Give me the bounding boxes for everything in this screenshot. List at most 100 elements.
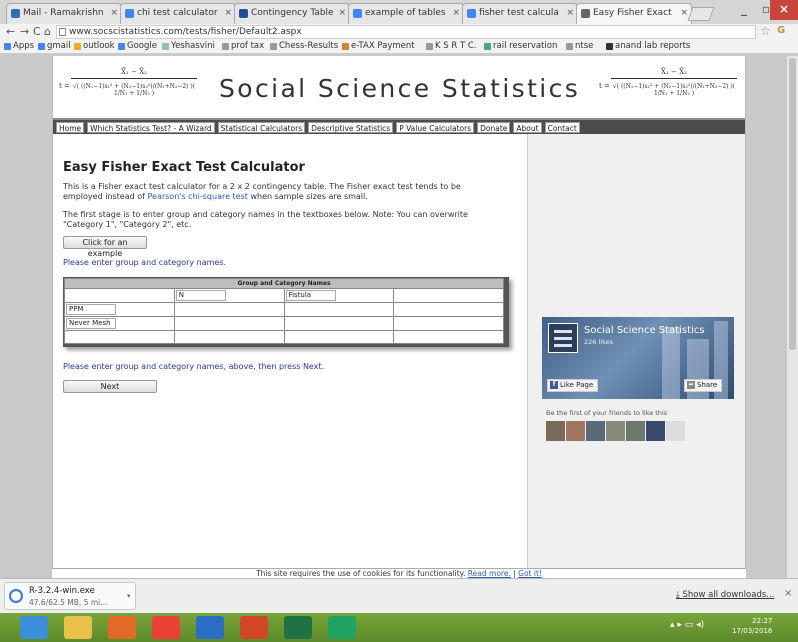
- file-explorer-icon[interactable]: [64, 616, 92, 639]
- google-icon: [467, 9, 476, 18]
- facebook-page-name[interactable]: Social Science Statistics: [584, 325, 704, 336]
- bookmark-gmail[interactable]: gmail: [38, 40, 71, 53]
- scrollbar-thumb[interactable]: [789, 58, 796, 350]
- firefox-icon[interactable]: [108, 616, 136, 639]
- page-icon: [270, 43, 277, 50]
- share-button[interactable]: ➦ Share: [684, 379, 723, 392]
- avatar[interactable]: [546, 421, 565, 441]
- web-page: t = X̄₁ − X̄₂ √( ((N₁−1)s₁² + (N₂−1)s₂²)…: [52, 56, 746, 568]
- system-tray-icons[interactable]: ▴ ▸ ▭ ◂): [670, 620, 704, 630]
- avatar[interactable]: [626, 421, 645, 441]
- close-icon[interactable]: ×: [110, 4, 118, 23]
- windows-taskbar: ▴ ▸ ▭ ◂) 22:27 17/03/2016: [0, 613, 798, 642]
- mail-icon: [11, 9, 20, 18]
- bookmark-outlook[interactable]: outlook: [74, 40, 115, 53]
- google-icon: [353, 9, 362, 18]
- download-filename: R-3.2.4-win.exe: [29, 586, 95, 596]
- back-icon[interactable]: ←: [6, 24, 15, 39]
- bookmark-star-icon[interactable]: ☆: [760, 24, 771, 39]
- page-icon: [581, 9, 590, 18]
- powerpoint-icon[interactable]: [240, 616, 268, 639]
- avatar[interactable]: [566, 421, 585, 441]
- nav-home[interactable]: Home: [56, 122, 85, 133]
- chrome-icon[interactable]: [152, 616, 180, 639]
- category-2-input[interactable]: Fistula: [285, 290, 336, 301]
- excel-icon[interactable]: [284, 616, 312, 639]
- category-1-input[interactable]: N: [175, 290, 226, 301]
- bookmark-apps[interactable]: Apps: [4, 40, 34, 53]
- ksrtc-icon: [426, 43, 433, 50]
- cookie-notice: This site requires the use of cookies fo…: [52, 568, 746, 578]
- avatar[interactable]: [606, 421, 625, 441]
- avatar[interactable]: [666, 421, 685, 441]
- nav-about[interactable]: About: [513, 122, 542, 133]
- chevron-down-icon[interactable]: ▾: [127, 592, 131, 600]
- group-2-input[interactable]: Never Mesh: [66, 318, 116, 329]
- tab-chi-test[interactable]: chi test calculator ×: [120, 3, 236, 24]
- word-icon[interactable]: [196, 616, 224, 639]
- reload-icon[interactable]: C: [33, 24, 41, 39]
- address-bar[interactable]: www.socscistatistics.com/tests/fisher/De…: [56, 25, 756, 39]
- download-progress-icon: [9, 589, 23, 603]
- browser-toolbar: ← → C ⌂ www.socscistatistics.com/tests/f…: [0, 24, 798, 40]
- avatar[interactable]: [646, 421, 665, 441]
- sheets-icon[interactable]: [328, 616, 356, 639]
- close-icon[interactable]: ×: [224, 4, 232, 23]
- group-1-input[interactable]: PPM: [66, 304, 116, 315]
- bookmark-rail-reservation[interactable]: rail reservation: [484, 40, 557, 53]
- close-icon[interactable]: ×: [338, 4, 346, 23]
- bookmark-ksrtc[interactable]: K S R T C.: [426, 40, 477, 53]
- site-banner: t = X̄₁ − X̄₂ √( ((N₁−1)s₁² + (N₂−1)s₂²)…: [53, 56, 745, 118]
- page-scrollbar[interactable]: [787, 56, 798, 578]
- bookmark-chess-results[interactable]: Chess-Results: [270, 40, 338, 53]
- etax-icon: [342, 43, 349, 50]
- got-it-link[interactable]: Got it!: [518, 569, 542, 578]
- globe-icon: [566, 43, 573, 50]
- tab-easy-fisher[interactable]: Easy Fisher Exact ×: [576, 3, 692, 24]
- nav-descriptive[interactable]: Descriptive Statistics: [308, 122, 394, 133]
- clock[interactable]: 22:27 17/03/2016: [732, 616, 772, 636]
- example-button[interactable]: Click for an example: [63, 236, 147, 258]
- bookmark-yeshasvini[interactable]: Yeshasvini: [162, 40, 215, 53]
- forward-icon[interactable]: →: [20, 24, 29, 39]
- google-icon: [118, 43, 125, 50]
- nav-contact[interactable]: Contact: [544, 122, 580, 133]
- bookmark-prof-tax[interactable]: prof tax: [222, 40, 264, 53]
- nav-calculators[interactable]: Statistical Calculators: [217, 122, 306, 133]
- show-all-downloads-link[interactable]: ⤓ Show all downloads...: [676, 590, 774, 600]
- close-icon[interactable]: ×: [784, 588, 792, 599]
- site-title[interactable]: Social Science Statistics: [219, 74, 580, 103]
- bookmark-anand-lab[interactable]: anand lab reports: [606, 40, 690, 53]
- close-icon[interactable]: ×: [566, 4, 574, 23]
- tab-example-tables[interactable]: example of tables ×: [348, 3, 464, 24]
- like-page-button[interactable]: f Like Page: [547, 379, 599, 392]
- bookmark-ntse[interactable]: ntse: [566, 40, 593, 53]
- pearson-link[interactable]: Pearson's chi-square test: [147, 192, 247, 201]
- nav-wizard[interactable]: Which Statistics Test? - A Wizard: [87, 122, 215, 133]
- nav-p-value[interactable]: P Value Calculators: [396, 122, 475, 133]
- bookmark-e-tax[interactable]: e-TAX Payment: [342, 40, 415, 53]
- nav-donate[interactable]: Donate: [477, 122, 511, 133]
- facebook-likes: 226 likes: [584, 338, 614, 346]
- bookmark-google[interactable]: Google: [118, 40, 157, 53]
- tab-mail[interactable]: Mail - Ramakrishn ×: [6, 3, 122, 24]
- avatar[interactable]: [586, 421, 605, 441]
- close-icon[interactable]: ×: [452, 4, 460, 23]
- prompt-bottom: Please enter group and category names, a…: [63, 362, 325, 371]
- tab-contingency[interactable]: Contingency Table ×: [234, 3, 350, 24]
- t-test-formula-left: t = X̄₁ − X̄₂ √( ((N₁−1)s₁² + (N₂−1)s₂²)…: [59, 68, 197, 97]
- close-window-icon[interactable]: ×: [770, 0, 798, 20]
- table-row: [64, 330, 504, 344]
- friends-text: Be the first of your friends to like thi…: [546, 409, 668, 417]
- extension-icon[interactable]: G: [777, 25, 785, 36]
- google-icon: [38, 43, 45, 50]
- new-tab-button[interactable]: [687, 7, 715, 21]
- site-logo-icon[interactable]: [548, 323, 578, 353]
- next-button[interactable]: Next: [63, 380, 157, 393]
- tab-fisher-test[interactable]: fisher test calcula ×: [462, 3, 578, 24]
- read-more-link[interactable]: Read more.: [468, 569, 511, 578]
- download-item[interactable]: R-3.2.4-win.exe 47.6/62.5 MB, 5 mi... ▾: [4, 582, 136, 610]
- ie-icon[interactable]: [20, 616, 48, 639]
- table-row: N Fistula: [64, 288, 504, 303]
- home-icon[interactable]: ⌂: [44, 24, 51, 39]
